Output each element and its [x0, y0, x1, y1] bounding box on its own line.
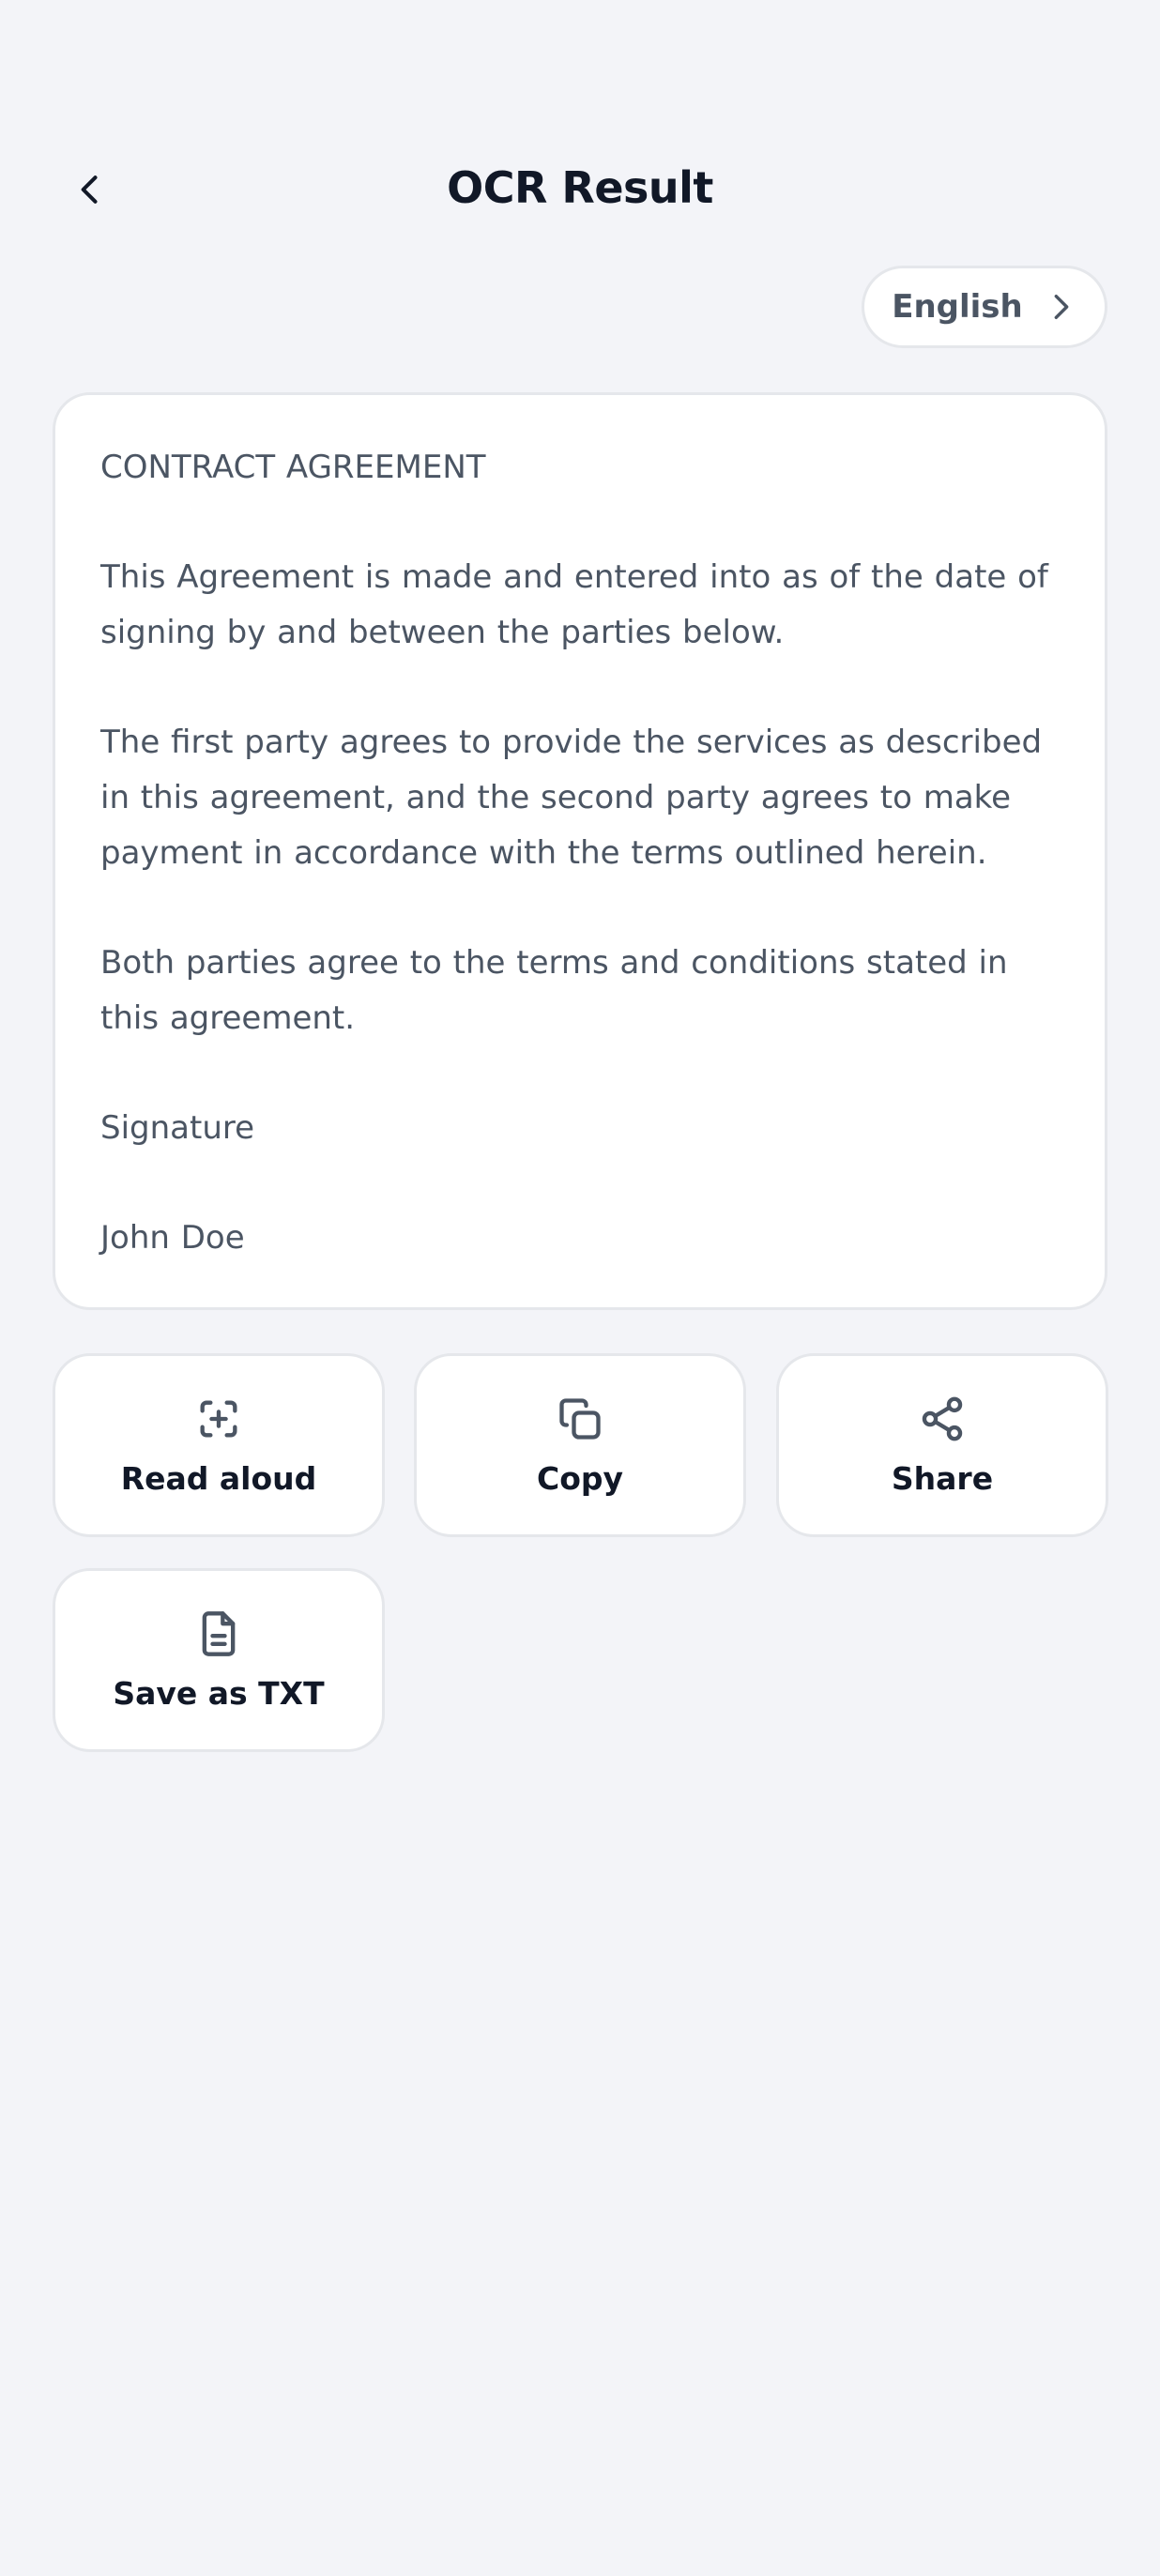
- save-as-txt-button[interactable]: Save as TXT: [53, 1568, 385, 1752]
- share-label: Share: [891, 1459, 994, 1497]
- chevron-right-icon: [1054, 294, 1069, 320]
- copy-button[interactable]: Copy: [414, 1353, 746, 1537]
- ocr-paragraph: This Agreement is made and entered into …: [100, 558, 1048, 651]
- page-title: OCR Result: [447, 162, 713, 213]
- ocr-signature-label: Signature: [100, 1109, 255, 1147]
- read-aloud-label: Read aloud: [120, 1459, 317, 1497]
- copy-label: Copy: [536, 1459, 624, 1497]
- language-selector-button[interactable]: English: [862, 266, 1107, 348]
- copy-icon: [559, 1397, 601, 1440]
- read-aloud-button[interactable]: Read aloud: [53, 1353, 385, 1537]
- ocr-text-card[interactable]: CONTRACT AGREEMENT This Agreement is mad…: [53, 392, 1107, 1310]
- ocr-paragraph: Both parties agree to the terms and cond…: [100, 944, 1008, 1037]
- ocr-paragraph: The first party agrees to provide the se…: [100, 724, 1043, 872]
- scan-add-icon: [200, 1400, 237, 1437]
- language-label: English: [892, 288, 1023, 326]
- share-button[interactable]: Share: [776, 1353, 1108, 1537]
- ocr-signature-name: John Doe: [100, 1219, 245, 1257]
- share-icon: [922, 1396, 963, 1440]
- save-as-txt-label: Save as TXT: [113, 1674, 325, 1712]
- app-header: OCR Result: [0, 131, 1160, 244]
- ocr-heading: CONTRACT AGREEMENT: [100, 449, 486, 486]
- file-text-icon: [202, 1610, 236, 1656]
